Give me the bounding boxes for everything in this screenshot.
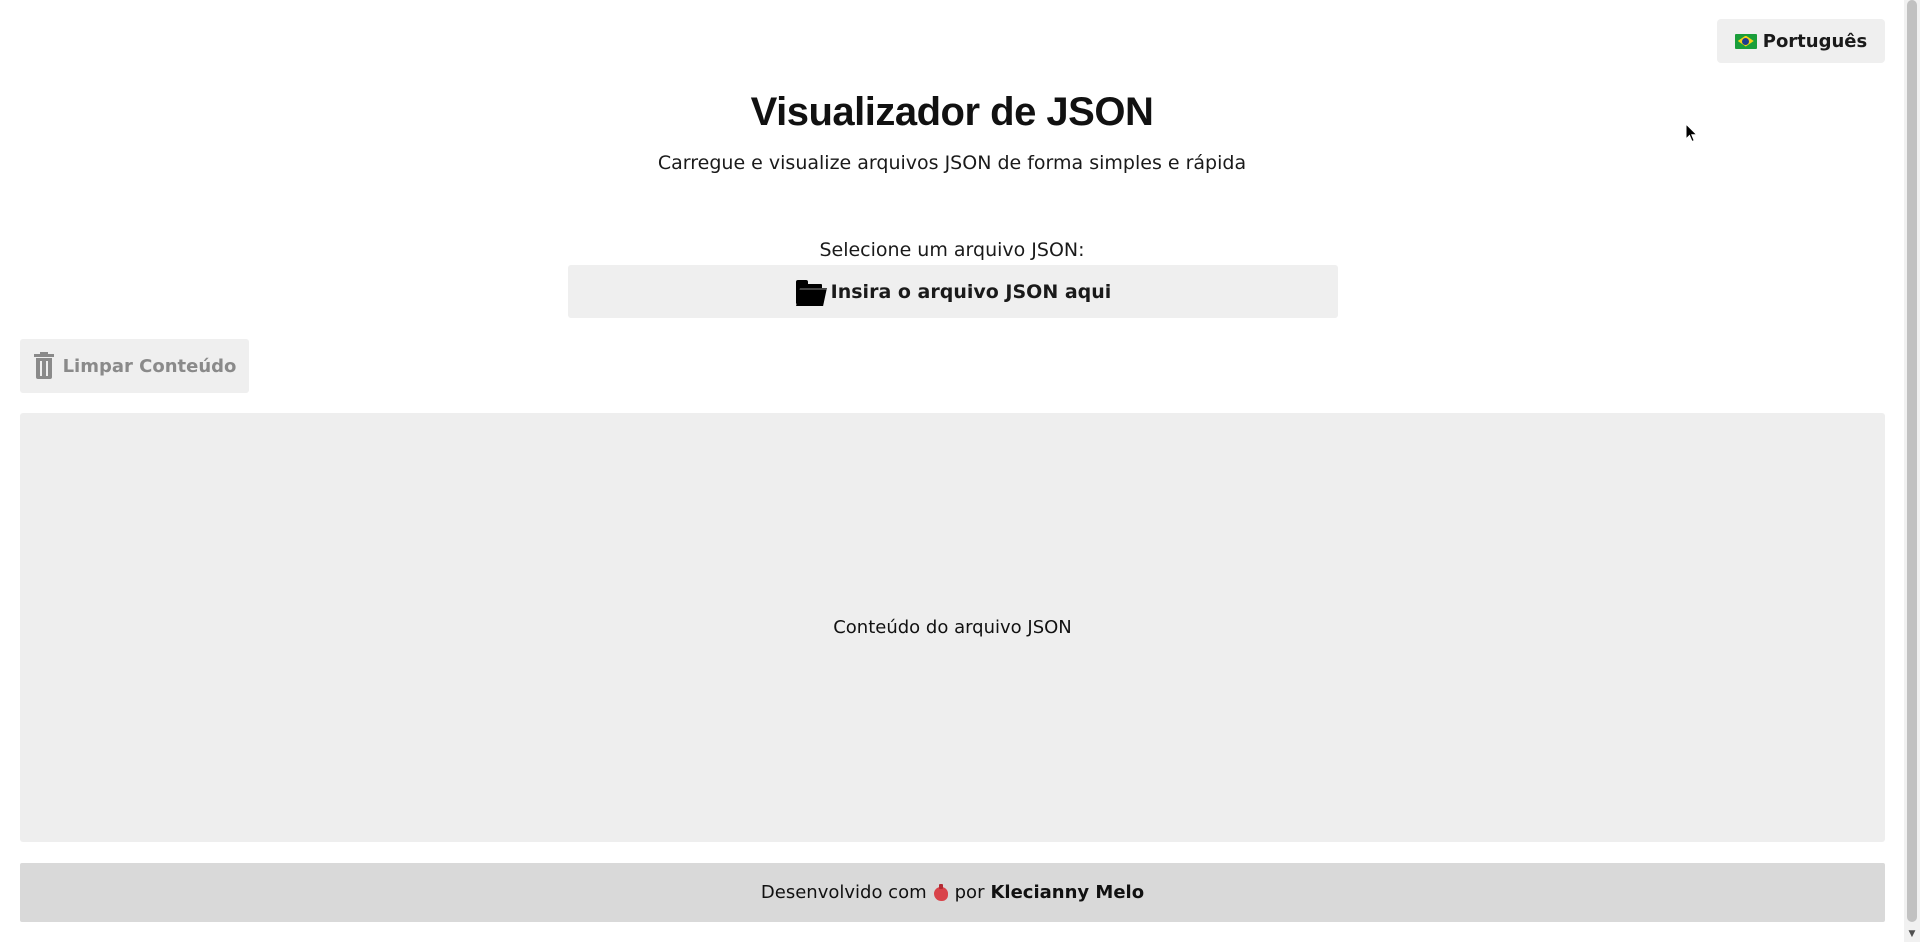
vertical-scrollbar[interactable]: ▼ xyxy=(1904,0,1920,942)
upload-button-label: Insira o arquivo JSON aqui xyxy=(830,280,1112,303)
language-label: Português xyxy=(1762,30,1868,52)
language-selector-button[interactable]: Português xyxy=(1717,19,1885,63)
main-content: Português Visualizador de JSON Carregue … xyxy=(0,0,1904,942)
page-subtitle: Carregue e visualize arquivos JSON de fo… xyxy=(657,152,1247,174)
clear-button-label: Limpar Conteúdo xyxy=(62,355,237,377)
upload-json-button[interactable]: Insira o arquivo JSON aqui xyxy=(568,265,1338,318)
page: Português Visualizador de JSON Carregue … xyxy=(0,0,1920,942)
mouse-cursor-icon xyxy=(1685,123,1699,143)
json-content-panel: Conteúdo do arquivo JSON xyxy=(20,413,1885,842)
anatomical-heart-icon xyxy=(933,883,949,902)
json-content-placeholder: Conteúdo do arquivo JSON xyxy=(833,617,1072,638)
folder-icon xyxy=(795,279,827,306)
trash-icon xyxy=(33,352,55,380)
scroll-down-arrow-icon[interactable]: ▼ xyxy=(1904,926,1920,942)
page-title: Visualizador de JSON xyxy=(750,90,1154,134)
footer-prefix: Desenvolvido com xyxy=(760,882,927,903)
footer-by: por xyxy=(954,882,985,903)
footer-author: Klecianny Melo xyxy=(990,882,1145,903)
file-select-label: Selecione um arquivo JSON: xyxy=(819,239,1085,261)
footer: Desenvolvido com por Klecianny Melo xyxy=(20,863,1885,922)
brazil-flag-icon xyxy=(1734,33,1757,49)
clear-content-button[interactable]: Limpar Conteúdo xyxy=(20,339,249,393)
scrollbar-thumb[interactable] xyxy=(1907,0,1917,922)
